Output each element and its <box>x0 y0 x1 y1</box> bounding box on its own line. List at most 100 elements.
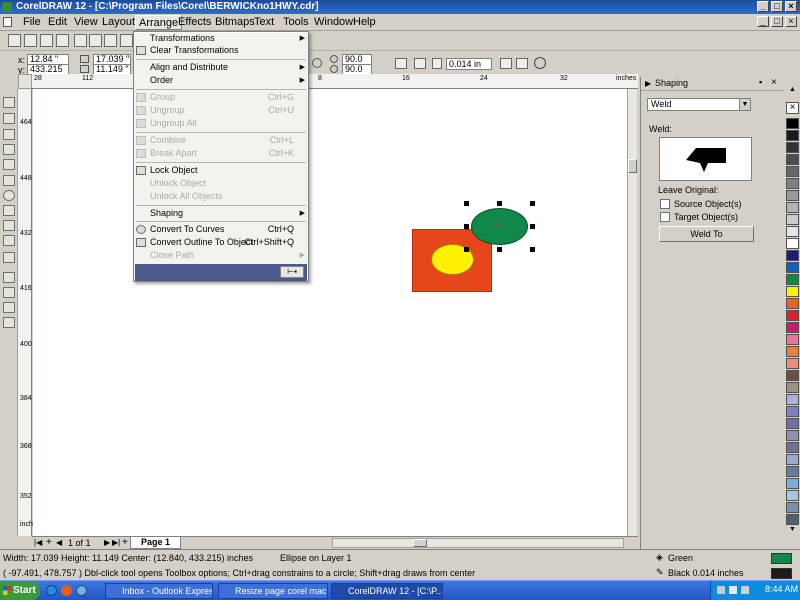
vertical-scroll-thumb[interactable] <box>628 159 637 173</box>
smart-fill-tool-icon[interactable] <box>3 159 15 170</box>
open-icon[interactable] <box>24 34 37 47</box>
palette-swatch[interactable] <box>786 202 799 213</box>
menu-item-combine[interactable]: Combine <box>150 135 186 146</box>
docker-grip-icon[interactable]: ▶ <box>645 79 651 88</box>
fill-tool-icon[interactable] <box>3 302 15 313</box>
palette-swatch[interactable] <box>786 310 799 321</box>
freehand-tool-icon[interactable] <box>3 144 15 155</box>
palette-swatch[interactable] <box>786 370 799 381</box>
direction-icon[interactable] <box>395 58 407 69</box>
selection-handle[interactable] <box>464 247 469 252</box>
menu-item-group[interactable]: Group <box>150 92 175 103</box>
menu-help[interactable]: Help <box>350 15 379 30</box>
palette-swatch[interactable] <box>786 514 799 525</box>
outline-color-swatch[interactable] <box>771 568 792 579</box>
start-button[interactable]: Start <box>0 582 40 600</box>
menu-item-ungroup[interactable]: Ungroup <box>150 105 185 116</box>
ruler-origin[interactable] <box>18 74 32 89</box>
to-back-icon[interactable] <box>516 58 528 69</box>
horizontal-scroll-thumb[interactable] <box>413 539 427 547</box>
source-objects-checkbox[interactable] <box>660 199 670 209</box>
ie-quicklaunch-icon[interactable] <box>46 585 57 596</box>
selection-handle[interactable] <box>497 201 502 206</box>
docker-menu-icon[interactable]: ▪ <box>759 77 762 87</box>
palette-swatch[interactable] <box>786 298 799 309</box>
palette-swatch[interactable] <box>786 214 799 225</box>
menu-item-convert-to-curves[interactable]: Convert To Curves <box>150 224 224 235</box>
tray-icon[interactable] <box>729 586 737 594</box>
menu-pin-icon[interactable]: ⊢▪ <box>280 266 304 278</box>
target-objects-checkbox[interactable] <box>660 212 670 222</box>
selection-handle[interactable] <box>464 224 469 229</box>
palette-swatch[interactable] <box>786 166 799 177</box>
palette-swatch[interactable] <box>786 250 799 261</box>
palette-swatch[interactable] <box>786 382 799 393</box>
no-fill-swatch[interactable]: × <box>786 102 799 114</box>
menu-item-align-distribute[interactable]: Align and Distribute <box>150 62 228 73</box>
menu-text[interactable]: Text <box>251 15 277 30</box>
to-front-icon[interactable] <box>500 58 512 69</box>
menu-item-unlock-object[interactable]: Unlock Object <box>150 178 206 189</box>
copy-icon[interactable] <box>89 34 102 47</box>
selection-handle[interactable] <box>464 201 469 206</box>
menu-item-shaping[interactable]: Shaping <box>150 208 183 219</box>
prev-page-icon[interactable]: ◀ <box>56 538 62 547</box>
vertical-ruler[interactable]: 464 448 432 416 400 384 368 352 inches <box>18 89 40 536</box>
menu-item-clear-transformations[interactable]: Clear Transformations <box>150 45 239 56</box>
menu-item-close-path[interactable]: Close Path <box>150 250 194 261</box>
pick-tool-icon[interactable] <box>3 97 15 108</box>
close-button[interactable]: × <box>785 1 797 12</box>
menu-item-transformations[interactable]: Transformations <box>150 33 215 44</box>
save-icon[interactable] <box>40 34 53 47</box>
palette-swatch[interactable] <box>786 190 799 201</box>
selection-handle[interactable] <box>497 247 502 252</box>
tray-icon[interactable] <box>717 586 725 594</box>
text-tool-icon[interactable] <box>3 235 15 246</box>
palette-swatch[interactable] <box>786 238 799 249</box>
taskbar-item-coreldraw[interactable]: CorelDRAW 12 - [C:\P... <box>331 583 443 599</box>
palette-swatch[interactable] <box>786 502 799 513</box>
selection-handle[interactable] <box>530 224 535 229</box>
interactive-blend-tool-icon[interactable] <box>3 252 15 263</box>
interactive-fill-tool-icon[interactable] <box>3 317 15 328</box>
menu-item-order[interactable]: Order <box>150 75 173 86</box>
fill-color-swatch[interactable] <box>771 553 792 564</box>
outline-tool-icon[interactable] <box>3 287 15 298</box>
menu-edit[interactable]: Edit <box>45 15 70 30</box>
minimize-button[interactable]: _ <box>757 1 769 12</box>
palette-swatch[interactable] <box>786 394 799 405</box>
docker-close-icon[interactable]: × <box>771 77 777 88</box>
doc-restore-button[interactable]: □ <box>771 16 783 27</box>
outlook-quicklaunch-icon[interactable] <box>76 585 87 596</box>
shape-tool-icon[interactable] <box>3 113 15 124</box>
next-page-icon[interactable]: ▶ <box>104 538 110 547</box>
wrap-text-icon[interactable] <box>414 58 426 69</box>
print-icon[interactable] <box>56 34 69 47</box>
horizontal-scrollbar[interactable] <box>332 538 624 548</box>
first-page-icon[interactable]: |◀ <box>34 538 42 547</box>
paste-icon[interactable] <box>104 34 117 47</box>
tray-icon[interactable] <box>741 586 749 594</box>
add-page-before-icon[interactable]: + <box>46 537 52 548</box>
menu-view[interactable]: View <box>71 15 101 30</box>
palette-swatch[interactable] <box>786 346 799 357</box>
coreldraw-app-icon[interactable] <box>2 2 12 12</box>
palette-swatch[interactable] <box>786 490 799 501</box>
palette-swatch[interactable] <box>786 226 799 237</box>
menu-layout[interactable]: Layout <box>99 15 138 30</box>
palette-swatch[interactable] <box>786 154 799 165</box>
menu-item-ungroup-all[interactable]: Ungroup All <box>150 118 197 129</box>
new-icon[interactable] <box>8 34 21 47</box>
menu-file[interactable]: File <box>20 15 44 30</box>
palette-swatch[interactable] <box>786 454 799 465</box>
page-tab[interactable]: Page 1 <box>130 537 182 549</box>
add-page-after-icon[interactable]: + <box>122 537 128 548</box>
selection-handle[interactable] <box>530 201 535 206</box>
palette-swatch[interactable] <box>786 406 799 417</box>
palette-swatch[interactable] <box>786 262 799 273</box>
palette-swatch[interactable] <box>786 430 799 441</box>
palette-swatch[interactable] <box>786 130 799 141</box>
polygon-tool-icon[interactable] <box>3 205 15 216</box>
selection-handle[interactable] <box>530 247 535 252</box>
palette-swatch[interactable] <box>786 274 799 285</box>
